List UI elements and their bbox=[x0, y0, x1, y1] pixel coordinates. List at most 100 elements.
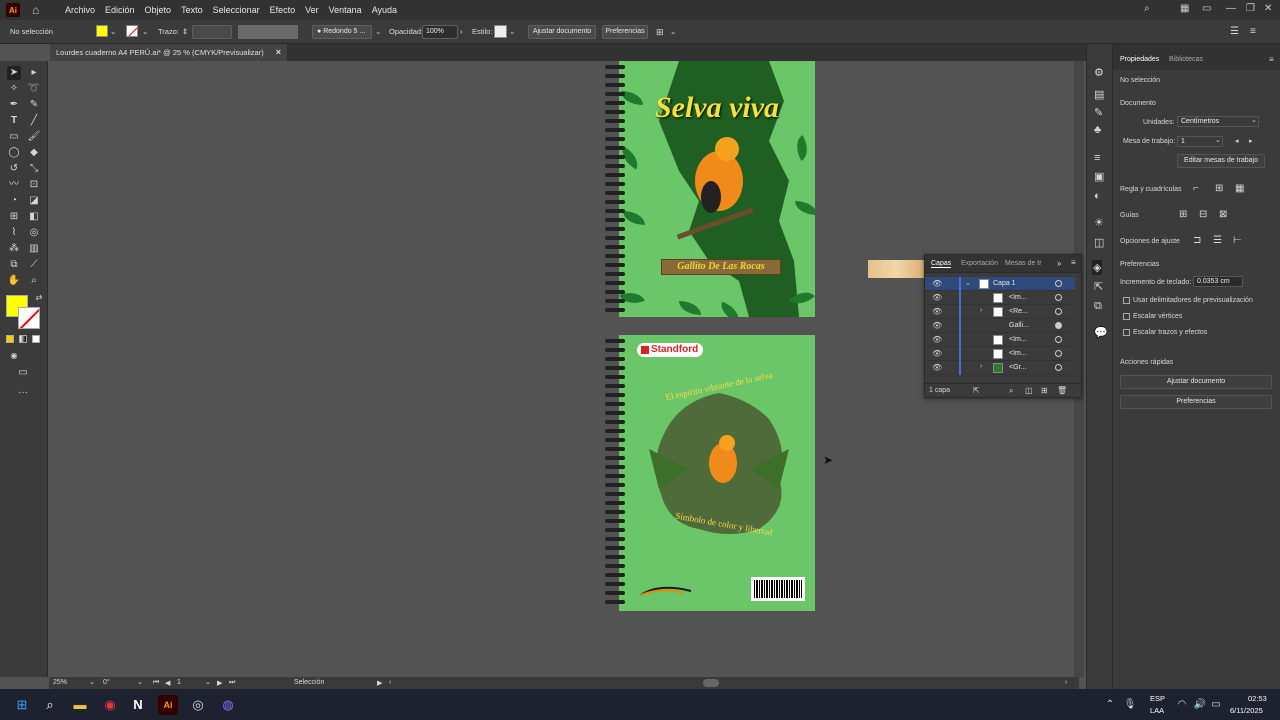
warp-tool-icon[interactable]: 〰 bbox=[7, 178, 21, 192]
target-circle-icon[interactable] bbox=[1055, 322, 1062, 329]
target-circle-icon[interactable] bbox=[1055, 350, 1062, 357]
eye-icon[interactable]: 👁 bbox=[932, 293, 942, 302]
eraser-icon[interactable]: ◆ bbox=[27, 146, 41, 160]
transparency-grid-icon[interactable]: ▦ bbox=[1235, 183, 1244, 194]
clock-date[interactable]: 6/11/2025 bbox=[1230, 706, 1263, 715]
gradient-icon[interactable]: ◧ bbox=[27, 210, 41, 224]
tab-exportacion[interactable]: Exportación bbox=[961, 260, 998, 267]
chevron-down-icon[interactable]: ⌄ bbox=[137, 678, 143, 686]
blend-icon[interactable]: ◎ bbox=[27, 226, 41, 240]
panel-menu-icon[interactable]: ≡ bbox=[1250, 25, 1256, 39]
scroll-right-icon[interactable]: › bbox=[1065, 679, 1067, 686]
screen-mode-icon[interactable]: ▭ bbox=[16, 366, 30, 380]
stroke-weight-field[interactable] bbox=[192, 25, 232, 39]
eye-icon[interactable]: 👁 bbox=[932, 335, 942, 344]
first-artboard-icon[interactable]: ⏮ bbox=[153, 679, 159, 687]
chevron-down-icon[interactable]: ⌄ bbox=[110, 25, 116, 39]
opacity-field[interactable]: 100% bbox=[422, 25, 458, 39]
appearance-icon[interactable]: ☀ bbox=[1094, 216, 1104, 229]
workspace-icon[interactable]: ▦ bbox=[1180, 3, 1189, 14]
variable-width-field[interactable] bbox=[238, 25, 298, 39]
eye-icon[interactable]: 👁 bbox=[932, 307, 942, 316]
menu-ver[interactable]: Ver bbox=[300, 5, 324, 15]
fit-document-button[interactable]: Ajustar documento bbox=[528, 25, 596, 39]
keyboard-increment-input[interactable]: 0.0353 cm bbox=[1193, 276, 1243, 287]
zoom-tool-icon[interactable]: ⌕ bbox=[27, 274, 41, 288]
rotation-field[interactable]: 0° bbox=[103, 679, 110, 686]
chevron-right-icon[interactable]: › bbox=[980, 363, 982, 370]
direct-selection-tool-icon[interactable]: ▸ bbox=[27, 66, 41, 80]
menu-efecto[interactable]: Efecto bbox=[265, 5, 301, 15]
battery-icon[interactable]: ▭ bbox=[1206, 695, 1226, 715]
free-transform-icon[interactable]: ⊡ bbox=[27, 178, 41, 192]
style-swatch[interactable] bbox=[494, 25, 507, 38]
chrome-icon[interactable]: ◉ bbox=[100, 695, 120, 715]
close-window-icon[interactable]: ✕ bbox=[1264, 3, 1272, 14]
stroke-color-swatch[interactable] bbox=[18, 307, 40, 329]
artboard-number[interactable]: 1 bbox=[177, 679, 181, 686]
graph-tool-icon[interactable]: ▥ bbox=[27, 242, 41, 256]
panel-menu-icon[interactable]: ≡ bbox=[1269, 55, 1274, 64]
search-icon[interactable]: ⌕ bbox=[1144, 3, 1150, 14]
delete-layer-icon[interactable]: 🗑 bbox=[1057, 386, 1067, 395]
checkbox-preview-bounds[interactable] bbox=[1123, 297, 1130, 304]
wood-texture-swatch[interactable] bbox=[868, 260, 924, 278]
prev-artboard-icon[interactable]: ◀ bbox=[165, 679, 170, 687]
transparency-icon[interactable]: ◐ bbox=[1094, 190, 1101, 202]
chevron-down-icon[interactable]: ⌄ bbox=[205, 678, 211, 686]
preferences-button[interactable]: Preferencias bbox=[602, 25, 648, 39]
stroke-panel-icon[interactable]: ≡ bbox=[1094, 152, 1100, 164]
perspective-icon[interactable]: ⊞ bbox=[7, 210, 21, 224]
rotate-tool-icon[interactable]: ↺ bbox=[7, 162, 21, 176]
units-select[interactable]: Centímetros bbox=[1177, 116, 1259, 127]
grid-icon[interactable]: ⊞ bbox=[1215, 183, 1223, 194]
brush-field[interactable]: ● Redondo 5 ... bbox=[312, 25, 372, 39]
layer-row[interactable]: 👁 › <Gr... bbox=[925, 361, 1075, 375]
target-circle-icon[interactable] bbox=[1055, 364, 1062, 371]
target-circle-icon[interactable] bbox=[1055, 308, 1062, 315]
chevron-down-icon[interactable]: ⌄ bbox=[509, 25, 515, 39]
tab-capas[interactable]: Capas bbox=[931, 260, 952, 268]
chevron-down-icon[interactable]: ⌄ bbox=[670, 25, 676, 39]
lock-guides-icon[interactable]: ⊟ bbox=[1199, 209, 1207, 220]
locate-object-icon[interactable]: ⌕ bbox=[1009, 386, 1013, 396]
microphone-icon[interactable]: 🎙 bbox=[1120, 695, 1140, 715]
gradient-mode-icon[interactable] bbox=[19, 335, 27, 343]
search-icon[interactable]: ⌕ bbox=[40, 695, 60, 715]
menu-seleccionar[interactable]: Seleccionar bbox=[208, 5, 265, 15]
app-icon[interactable]: ◎ bbox=[188, 695, 208, 715]
eye-icon[interactable]: 👁 bbox=[932, 349, 942, 358]
minimize-icon[interactable]: — bbox=[1226, 3, 1236, 14]
wifi-icon[interactable]: ◠ bbox=[1172, 695, 1192, 715]
last-artboard-icon[interactable]: ⏭ bbox=[229, 679, 235, 687]
chevron-down-icon[interactable]: ⌄ bbox=[965, 279, 971, 287]
tab-mesas[interactable]: Mesas de tr bbox=[1005, 260, 1042, 267]
new-layer-icon[interactable]: ⊞ bbox=[1041, 386, 1048, 395]
document-tab[interactable]: Lourdes cuaderno A4 PERÚ.ai* @ 25 % (CMY… bbox=[50, 44, 288, 61]
illustrator-taskbar-icon[interactable]: Ai bbox=[158, 695, 178, 715]
layer-row[interactable]: 👁 <Im... bbox=[925, 347, 1075, 361]
chevron-down-icon[interactable]: ⌄ bbox=[1251, 116, 1257, 124]
selection-tool-icon[interactable]: ➤ bbox=[7, 66, 21, 80]
stroke-swatch[interactable] bbox=[126, 25, 138, 37]
gradient-panel-icon[interactable]: ▣ bbox=[1094, 170, 1104, 183]
more-tools-icon[interactable]: ··· bbox=[16, 386, 30, 400]
curvature-tool-icon[interactable]: ✎ bbox=[27, 98, 41, 112]
swap-colors-icon[interactable]: ⇄ bbox=[32, 291, 46, 305]
front-cover[interactable]: Selva viva Gallito De Las Rocas bbox=[619, 61, 815, 317]
shaper-tool-icon[interactable]: ◯ bbox=[7, 146, 21, 160]
restore-icon[interactable]: ❐ bbox=[1246, 3, 1255, 14]
layer-row[interactable]: 👁 <Im... bbox=[925, 291, 1075, 305]
target-circle-icon[interactable] bbox=[1055, 294, 1062, 301]
edit-artboards-button[interactable]: Editar mesas de trabajo bbox=[1177, 154, 1265, 168]
export-icon[interactable]: ⇱ bbox=[973, 386, 980, 395]
status-menu-icon[interactable]: ▶ bbox=[377, 679, 382, 687]
keyboard-layout[interactable]: LAA bbox=[1150, 706, 1164, 715]
graphic-styles-icon[interactable]: ◫ bbox=[1094, 236, 1104, 249]
snap-grid-icon[interactable]: ☰ bbox=[1213, 235, 1222, 246]
layer-row-capa1[interactable]: 👁 ⌄ Capa 1 bbox=[925, 277, 1075, 291]
layer-row[interactable]: 👁 <Im... bbox=[925, 333, 1075, 347]
smart-guides-icon[interactable]: ⊠ bbox=[1219, 209, 1227, 220]
align-icon[interactable]: ☰ bbox=[1230, 25, 1239, 39]
ruler-icon[interactable]: ⌐ bbox=[1193, 183, 1199, 194]
